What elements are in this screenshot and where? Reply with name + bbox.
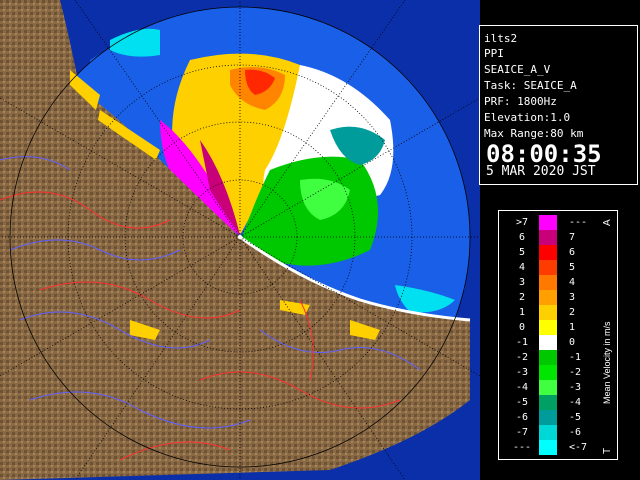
legend-row-left-label: -3 <box>515 367 529 378</box>
legend-color-swatch <box>539 245 557 260</box>
radar-ppi-map <box>0 0 480 480</box>
legend-color-swatch <box>539 365 557 380</box>
legend-row-right-label: 3 <box>569 292 576 303</box>
legend-color-swatch <box>539 350 557 365</box>
legend-row: -7 -6 <box>499 425 581 440</box>
legend-row-right-label: <-7 <box>569 442 588 453</box>
legend-row: 23 <box>499 290 579 305</box>
legend-row-right-label: 1 <box>569 322 576 333</box>
legend-row: >7 --- <box>499 215 587 230</box>
legend-row-left-label: -6 <box>515 412 529 423</box>
legend-row: -4 -3 <box>499 380 581 395</box>
legend-row-left-label: 2 <box>518 292 526 303</box>
legend-color-swatch <box>539 425 557 440</box>
radar-name: ilts2 <box>484 32 518 45</box>
legend-row: 01 <box>499 320 579 335</box>
legend-row: 45 <box>499 260 579 275</box>
legend-row-left-label: 5 <box>518 247 526 258</box>
legend-color-swatch <box>539 215 557 230</box>
prf-label: PRF: 1800Hz <box>484 95 557 108</box>
elevation-label: Elevation:1.0 <box>484 111 571 124</box>
legend-row-left-label: -5 <box>515 397 529 408</box>
legend-row-left-label: -7 <box>515 427 529 438</box>
legend-row-left-label: 4 <box>518 262 526 273</box>
legend-row-left-label: 0 <box>518 322 526 333</box>
legend-color-swatch <box>539 230 557 245</box>
legend-color-swatch <box>539 275 557 290</box>
legend-row: -6 -5 <box>499 410 581 425</box>
legend-row-right-label: 5 <box>569 262 576 273</box>
legend-row-right-label: -5 <box>569 412 582 423</box>
radar-site-marker <box>238 235 242 239</box>
legend-row-right-label: 7 <box>569 232 576 243</box>
legend-title-text: Mean Velocity in m/s <box>602 321 612 404</box>
legend-top-marker: A <box>602 219 613 226</box>
legend-row-right-label: 2 <box>569 307 576 318</box>
legend-color-swatch <box>539 290 557 305</box>
task-line: SEAICE_A_V <box>484 63 551 76</box>
legend-row: 34 <box>499 275 579 290</box>
legend-row: 12 <box>499 305 579 320</box>
legend-row-left-label: >7 <box>515 217 529 228</box>
legend-row-left-label: -2 <box>515 352 529 363</box>
legend-bottom-marker: T <box>602 448 613 454</box>
legend-row-left-label: 6 <box>518 232 526 243</box>
legend-row-right-label: 0 <box>569 337 576 348</box>
legend-row: -2 -1 <box>499 350 581 365</box>
legend-row-right-label: -1 <box>569 352 582 363</box>
observation-date: 5 MAR 2020 JST <box>486 164 596 179</box>
legend-row-right-label: 4 <box>569 277 576 288</box>
radar-display: ilts2 PPI SEAICE_A_V Task: SEAICE_A PRF:… <box>0 0 640 480</box>
legend-row-right-label: -3 <box>569 382 582 393</box>
legend-color-swatch <box>539 440 557 455</box>
legend-row: 56 <box>499 245 579 260</box>
legend-row-right-label: -2 <box>569 367 582 378</box>
legend-row: -3 -2 <box>499 365 581 380</box>
legend-row: --- <-7 <box>499 440 587 455</box>
legend-color-swatch <box>539 410 557 425</box>
legend-row-left-label: --- <box>512 442 532 453</box>
task-label: Task: SEAICE_A <box>484 79 577 92</box>
legend-row-left-label: -1 <box>515 337 529 348</box>
legend-color-swatch <box>539 395 557 410</box>
legend-color-swatch <box>539 305 557 320</box>
legend-row-left-label: -4 <box>515 382 529 393</box>
legend-row: 67 <box>499 230 579 245</box>
legend-color-swatch <box>539 320 557 335</box>
legend-color-swatch <box>539 260 557 275</box>
legend-row: -1 0 <box>499 335 579 350</box>
legend-row-right-label: -6 <box>569 427 582 438</box>
legend-color-swatch <box>539 380 557 395</box>
legend-row-right-label: 6 <box>569 247 576 258</box>
legend-row-right-label: --- <box>569 217 588 228</box>
product-type: PPI <box>484 47 504 60</box>
legend-color-swatch <box>539 335 557 350</box>
legend-title: Mean Velocity in m/s A T <box>602 219 613 454</box>
legend-row-right-label: -4 <box>569 397 582 408</box>
legend-row-left-label: 1 <box>518 307 526 318</box>
legend-row-left-label: 3 <box>518 277 526 288</box>
legend-row: -5 -4 <box>499 395 581 410</box>
